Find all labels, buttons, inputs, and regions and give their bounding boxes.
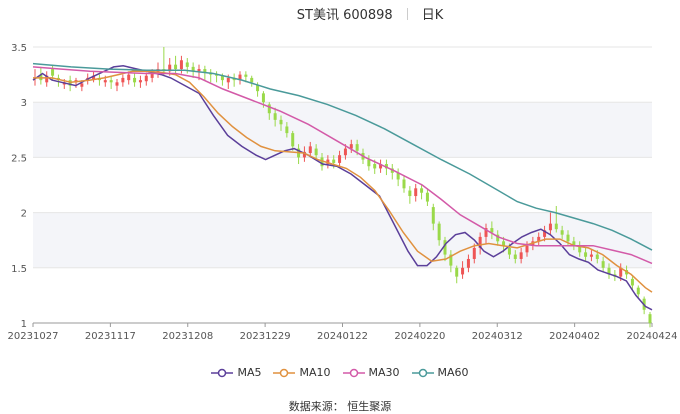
- candle-body: [144, 75, 148, 82]
- candle-body: [174, 64, 178, 70]
- candle-body: [367, 159, 371, 167]
- candle-body: [185, 62, 189, 67]
- y-tick-label: 2: [21, 209, 27, 220]
- candle-body: [472, 247, 476, 259]
- candle-body: [431, 207, 435, 224]
- candle-body: [115, 82, 119, 86]
- candle-body: [408, 190, 412, 197]
- x-tick-label: 20240402: [549, 331, 600, 342]
- candle-body: [244, 74, 248, 77]
- legend-item-ma5[interactable]: MA5: [211, 366, 261, 379]
- candle-body: [373, 164, 377, 169]
- candle-body: [332, 159, 336, 163]
- candle-body: [138, 80, 142, 83]
- candle-body: [554, 223, 558, 230]
- candle-body: [103, 80, 107, 83]
- legend-label: MA60: [437, 366, 469, 379]
- legend-label: MA5: [237, 366, 262, 379]
- candle-body: [589, 254, 593, 257]
- candle-body: [133, 77, 137, 83]
- candle-body: [355, 144, 359, 151]
- y-axis: 1 1.5 2 2.5 3 3.5: [11, 43, 27, 330]
- x-tick-label: 20240220: [394, 331, 445, 342]
- x-tick-label: 20231117: [85, 331, 136, 342]
- candle-body: [636, 287, 640, 295]
- candle-body: [314, 148, 318, 156]
- candle-body: [226, 77, 230, 83]
- candle-body: [595, 254, 599, 259]
- candle-body: [179, 60, 183, 70]
- candle-body: [461, 267, 465, 275]
- legend-item-ma60[interactable]: MA60: [411, 366, 469, 379]
- legend-label: MA30: [368, 366, 400, 379]
- x-tick-label: 20240424: [627, 331, 678, 342]
- y-tick-label: 1: [21, 319, 27, 330]
- candle-body: [601, 261, 605, 268]
- moving-average-lines: [32, 62, 653, 311]
- data-source: 数据来源： 恒生聚源: [288, 400, 392, 413]
- x-tick-label: 20231208: [162, 331, 213, 342]
- candle-body: [273, 113, 277, 120]
- candle-body: [308, 146, 312, 153]
- candle-body: [261, 93, 265, 103]
- legend-marker-icon: [273, 368, 296, 377]
- candle-body: [121, 77, 125, 83]
- candle-body: [455, 267, 459, 277]
- candle-body: [80, 83, 84, 87]
- candle-body: [584, 252, 588, 257]
- legend-item-ma30[interactable]: MA30: [342, 366, 400, 379]
- grid-lines: [33, 46, 652, 324]
- legend-marker-icon: [411, 368, 434, 377]
- candle-body: [420, 188, 424, 193]
- candle-body: [519, 252, 523, 259]
- candle-body: [279, 119, 283, 125]
- candle-body: [525, 245, 529, 253]
- x-tick-label: 20240312: [472, 331, 523, 342]
- candle-body: [414, 188, 418, 197]
- x-tick-label: 20231027: [8, 331, 59, 342]
- candle-body: [250, 77, 254, 83]
- kline-chart: 11.522.533.5 20231027 20231117 20231208 202…: [8, 43, 678, 342]
- candle-body: [338, 155, 342, 163]
- y-tick-label: 1.5: [11, 264, 27, 275]
- x-tick-label: 20231229: [240, 331, 291, 342]
- candle-body: [51, 69, 55, 76]
- candle-body: [425, 192, 429, 202]
- y-tick-label: 2.5: [11, 153, 27, 164]
- candle-body: [648, 314, 652, 323]
- chart-panel: ST美讯 600898 日K 1 1.5 2 2.5 3 3.5 20231027 20231…: [0, 0, 680, 413]
- band: [33, 212, 652, 268]
- candle-body: [127, 74, 131, 81]
- legend: MA5 MA10 MA30 MA60: [0, 366, 680, 381]
- y-tick-label: 3: [21, 98, 27, 109]
- candle-body: [630, 278, 634, 286]
- candle-body: [402, 179, 406, 189]
- x-tick-label: 20240122: [317, 331, 368, 342]
- candle-body: [343, 148, 347, 156]
- candle-body: [291, 133, 295, 147]
- legend-marker-icon: [342, 368, 365, 377]
- legend-label: MA10: [299, 366, 331, 379]
- candle-body: [285, 126, 289, 134]
- candle-body: [513, 254, 517, 259]
- candle-body: [566, 234, 570, 242]
- legend-marker-icon: [211, 368, 234, 377]
- candle-body: [560, 230, 564, 235]
- candle-body: [109, 80, 113, 83]
- y-tick-label: 3.5: [11, 43, 27, 54]
- x-axis: 20231027 20231117 20231208 20231229 20240122…: [8, 322, 678, 342]
- candle-body: [466, 258, 470, 268]
- legend-item-ma10[interactable]: MA10: [273, 366, 331, 379]
- candle-body: [437, 223, 441, 241]
- candle-body: [548, 223, 552, 231]
- candlesticks: [33, 47, 652, 328]
- candle-body: [507, 247, 511, 255]
